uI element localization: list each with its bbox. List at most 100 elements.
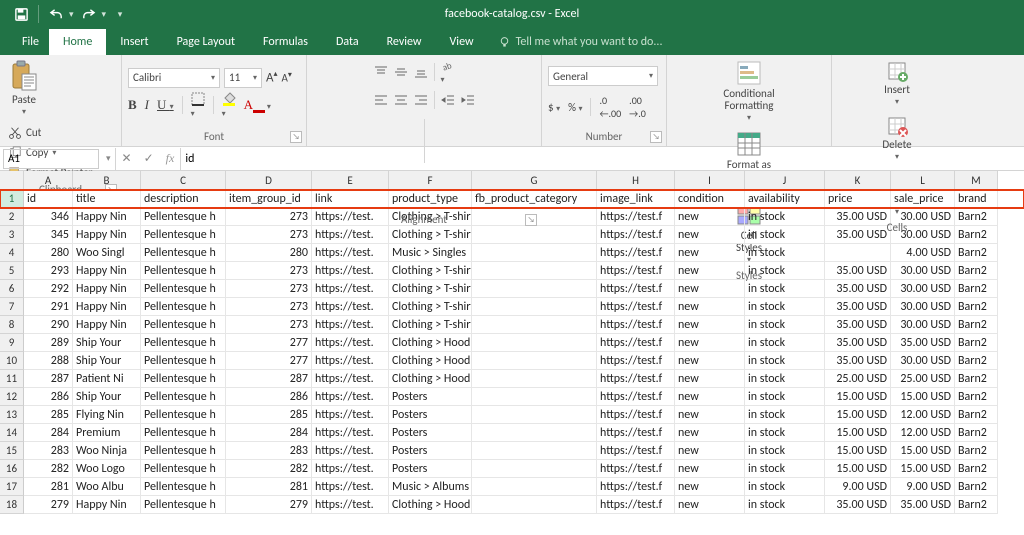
font-size-combo[interactable]: 11▾ [224, 68, 262, 88]
cell-J13[interactable]: in stock [745, 406, 825, 424]
cell-M9[interactable]: Barn2 [955, 334, 998, 352]
cell-J11[interactable]: in stock [745, 370, 825, 388]
row-header-18[interactable]: 18 [0, 496, 24, 514]
align-right-button[interactable] [414, 93, 428, 107]
cell-I8[interactable]: new [675, 316, 745, 334]
cell-L10[interactable]: 30.00 USD [891, 352, 955, 370]
column-header-F[interactable]: F [389, 171, 472, 190]
undo-button[interactable] [43, 2, 69, 26]
cell-E9[interactable]: https://test. [312, 334, 389, 352]
cell-K11[interactable]: 25.00 USD [825, 370, 891, 388]
cell-G1[interactable]: fb_product_category [472, 190, 597, 208]
cell-K17[interactable]: 9.00 USD [825, 478, 891, 496]
cell-K15[interactable]: 15.00 USD [825, 442, 891, 460]
cell-I4[interactable]: new [675, 244, 745, 262]
increase-decimal-button[interactable]: .0←.00 [599, 94, 621, 120]
cell-F13[interactable]: Posters [389, 406, 472, 424]
cell-A1[interactable]: id [24, 190, 73, 208]
cell-G6[interactable] [472, 280, 597, 298]
cell-H9[interactable]: https://test.f [597, 334, 675, 352]
formula-input[interactable]: id [181, 152, 1024, 166]
cell-D11[interactable]: 287 [226, 370, 312, 388]
borders-button[interactable]: ▾ [191, 92, 205, 119]
row-header-7[interactable]: 7 [0, 298, 24, 316]
row-header-12[interactable]: 12 [0, 388, 24, 406]
cell-B9[interactable]: Ship Your [73, 334, 141, 352]
tell-me-search[interactable]: Tell me what you want to do... [488, 29, 673, 55]
cell-A3[interactable]: 345 [24, 226, 73, 244]
row-header-8[interactable]: 8 [0, 316, 24, 334]
cell-I14[interactable]: new [675, 424, 745, 442]
cell-I2[interactable]: new [675, 208, 745, 226]
row-header-17[interactable]: 17 [0, 478, 24, 496]
cell-M15[interactable]: Barn2 [955, 442, 998, 460]
column-header-L[interactable]: L [891, 171, 955, 190]
cell-B1[interactable]: title [73, 190, 141, 208]
column-header-G[interactable]: G [472, 171, 597, 190]
row-header-15[interactable]: 15 [0, 442, 24, 460]
cell-C16[interactable]: Pellentesque h [141, 460, 226, 478]
cell-D18[interactable]: 279 [226, 496, 312, 514]
cell-H11[interactable]: https://test.f [597, 370, 675, 388]
cell-M3[interactable]: Barn2 [955, 226, 998, 244]
alignment-dialog-launcher[interactable]: ↘ [525, 214, 537, 226]
cell-L11[interactable]: 25.00 USD [891, 370, 955, 388]
cell-C3[interactable]: Pellentesque h [141, 226, 226, 244]
cell-C9[interactable]: Pellentesque h [141, 334, 226, 352]
cell-K14[interactable]: 15.00 USD [825, 424, 891, 442]
row-header-6[interactable]: 6 [0, 280, 24, 298]
number-format-combo[interactable]: General▾ [548, 66, 658, 86]
cell-E14[interactable]: https://test. [312, 424, 389, 442]
row-header-11[interactable]: 11 [0, 370, 24, 388]
cell-F18[interactable]: Clothing > Hoodies [389, 496, 472, 514]
cell-I7[interactable]: new [675, 298, 745, 316]
accept-formula-button[interactable]: ✓ [138, 151, 160, 166]
cell-I15[interactable]: new [675, 442, 745, 460]
cell-M17[interactable]: Barn2 [955, 478, 998, 496]
cell-E13[interactable]: https://test. [312, 406, 389, 424]
cell-H4[interactable]: https://test.f [597, 244, 675, 262]
cell-I9[interactable]: new [675, 334, 745, 352]
cell-H6[interactable]: https://test.f [597, 280, 675, 298]
cell-H7[interactable]: https://test.f [597, 298, 675, 316]
cell-M11[interactable]: Barn2 [955, 370, 998, 388]
column-header-D[interactable]: D [226, 171, 312, 190]
cell-A17[interactable]: 281 [24, 478, 73, 496]
cell-A14[interactable]: 284 [24, 424, 73, 442]
cell-K18[interactable]: 35.00 USD [825, 496, 891, 514]
cell-J3[interactable]: in stock [745, 226, 825, 244]
column-header-E[interactable]: E [312, 171, 389, 190]
cell-E8[interactable]: https://test. [312, 316, 389, 334]
row-header-13[interactable]: 13 [0, 406, 24, 424]
cell-J8[interactable]: in stock [745, 316, 825, 334]
cell-M12[interactable]: Barn2 [955, 388, 998, 406]
cell-I10[interactable]: new [675, 352, 745, 370]
fx-icon[interactable]: fx [160, 151, 181, 166]
cell-L17[interactable]: 9.00 USD [891, 478, 955, 496]
cell-A18[interactable]: 279 [24, 496, 73, 514]
row-header-3[interactable]: 3 [0, 226, 24, 244]
column-header-C[interactable]: C [141, 171, 226, 190]
column-header-J[interactable]: J [745, 171, 825, 190]
cell-L7[interactable]: 30.00 USD [891, 298, 955, 316]
align-center-button[interactable] [394, 93, 408, 107]
cell-F6[interactable]: Clothing > T-shirts [389, 280, 472, 298]
cell-H10[interactable]: https://test.f [597, 352, 675, 370]
row-header-2[interactable]: 2 [0, 208, 24, 226]
cell-G15[interactable] [472, 442, 597, 460]
cell-I1[interactable]: condition [675, 190, 745, 208]
cell-F15[interactable]: Posters [389, 442, 472, 460]
cell-D15[interactable]: 283 [226, 442, 312, 460]
cell-M7[interactable]: Barn2 [955, 298, 998, 316]
cell-K5[interactable]: 35.00 USD [825, 262, 891, 280]
cell-A13[interactable]: 285 [24, 406, 73, 424]
cell-E18[interactable]: https://test. [312, 496, 389, 514]
orientation-button[interactable]: ab▾ [441, 58, 455, 85]
cell-D17[interactable]: 281 [226, 478, 312, 496]
cell-G5[interactable] [472, 262, 597, 280]
cell-I18[interactable]: new [675, 496, 745, 514]
cell-L8[interactable]: 30.00 USD [891, 316, 955, 334]
cell-E10[interactable]: https://test. [312, 352, 389, 370]
cell-G8[interactable] [472, 316, 597, 334]
row-header-10[interactable]: 10 [0, 352, 24, 370]
